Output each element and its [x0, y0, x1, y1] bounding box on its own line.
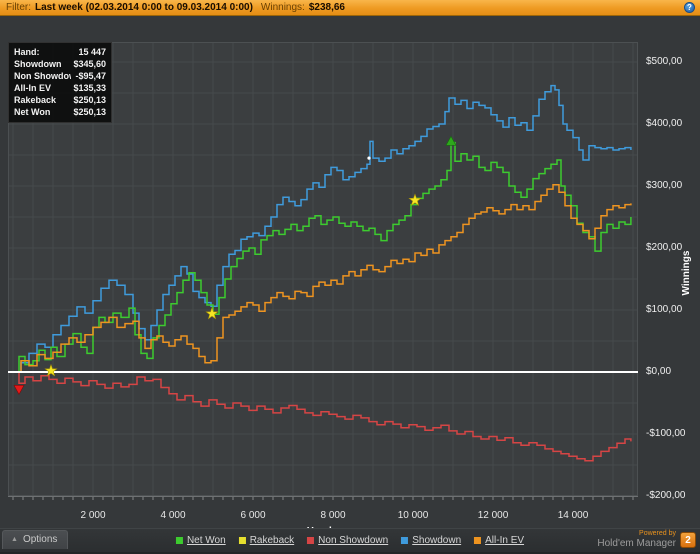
filter-bar: Filter: Last week (02.03.2014 0:00 to 09…: [0, 0, 700, 16]
winnings-value: $238,66: [308, 2, 345, 13]
tooltip-row: All-In EV $135,33: [14, 83, 106, 93]
tooltip-row: Showdown $345,60: [14, 59, 106, 69]
brand-name: Hold'em Manager: [597, 538, 676, 549]
help-icon[interactable]: ?: [684, 2, 695, 13]
legend-label: Showdown: [412, 535, 462, 546]
legend-item-non-showdown[interactable]: Non Showdown: [307, 535, 388, 546]
tooltip-row: Net Won $250,13: [14, 107, 106, 117]
y-tick-label: $0,00: [646, 366, 672, 377]
graph-legend: Net Won Rakeback Non Showdown Showdown All-I…: [175, 535, 524, 546]
chevron-up-icon: ▲: [11, 536, 18, 543]
y-tick-label: $400,00: [646, 118, 683, 129]
legend-label: Net Won: [186, 535, 226, 546]
legend-swatch-icon: [474, 537, 482, 544]
x-tick-label: 14 000: [557, 510, 589, 521]
x-tick-label: 12 000: [477, 510, 509, 521]
powered-by-label: Powered by: [639, 530, 676, 537]
legend-item-all-in-ev[interactable]: All-In EV: [474, 535, 524, 546]
y-tick-label: $200,00: [646, 242, 683, 253]
legend-label: All-In EV: [485, 535, 525, 546]
legend-swatch-icon: [238, 537, 246, 544]
hm2-badge-icon: 2: [680, 531, 696, 548]
y-axis-title: Winnings: [681, 250, 692, 296]
legend-swatch-icon: [401, 537, 409, 544]
y-tick-label: -$100,00: [646, 428, 686, 439]
tooltip-row: Hand: 15 447: [14, 47, 106, 57]
x-tick-label: 2 000: [80, 510, 106, 521]
legend-item-showdown[interactable]: Showdown: [401, 535, 461, 546]
filter-value[interactable]: Last week (02.03.2014 0:00 to 09.03.2014…: [35, 2, 253, 13]
y-tick-label: $500,00: [646, 56, 683, 67]
legend-label: Non Showdown: [318, 535, 389, 546]
filter-label: Filter:: [6, 2, 31, 13]
x-tick-label: 6 000: [240, 510, 266, 521]
hm2-graph-window: { "top_bar": { "filter_label": "Filter:"…: [0, 0, 700, 554]
hand-tooltip: Hand:15 447 Showdown$345,60 Non Showdown-$…: [8, 42, 112, 123]
y-tick-label: $300,00: [646, 180, 683, 191]
x-tick-label: 10 000: [397, 510, 429, 521]
legend-item-rakeback[interactable]: Rakeback: [238, 535, 295, 546]
powered-by: Powered by Hold'em Manager 2: [597, 530, 696, 549]
tooltip-row: Non Showdown-$95,47: [14, 71, 106, 81]
legend-label: Rakeback: [249, 535, 295, 546]
winnings-graph[interactable]: $500,00 $400,00 $300,00 $200,00 $100,00 $0,00…: [0, 16, 700, 537]
options-label: Options: [22, 534, 58, 545]
footer-bar: ▲ Options Net Won Rakeback Non Showdown Show…: [0, 528, 700, 554]
dot-marker-icon: [367, 156, 371, 160]
x-tick-label: 4 000: [160, 510, 186, 521]
legend-swatch-icon: [307, 537, 315, 544]
y-tick-label: -$200,00: [646, 490, 686, 501]
winnings-label: Winnings:: [260, 2, 305, 13]
options-button[interactable]: ▲ Options: [2, 530, 69, 549]
legend-swatch-icon: [175, 537, 183, 544]
x-tick-label: 8 000: [320, 510, 346, 521]
legend-item-net-won[interactable]: Net Won: [175, 535, 226, 546]
tooltip-row: Rakeback $250,13: [14, 95, 106, 105]
y-tick-label: $100,00: [646, 304, 683, 315]
